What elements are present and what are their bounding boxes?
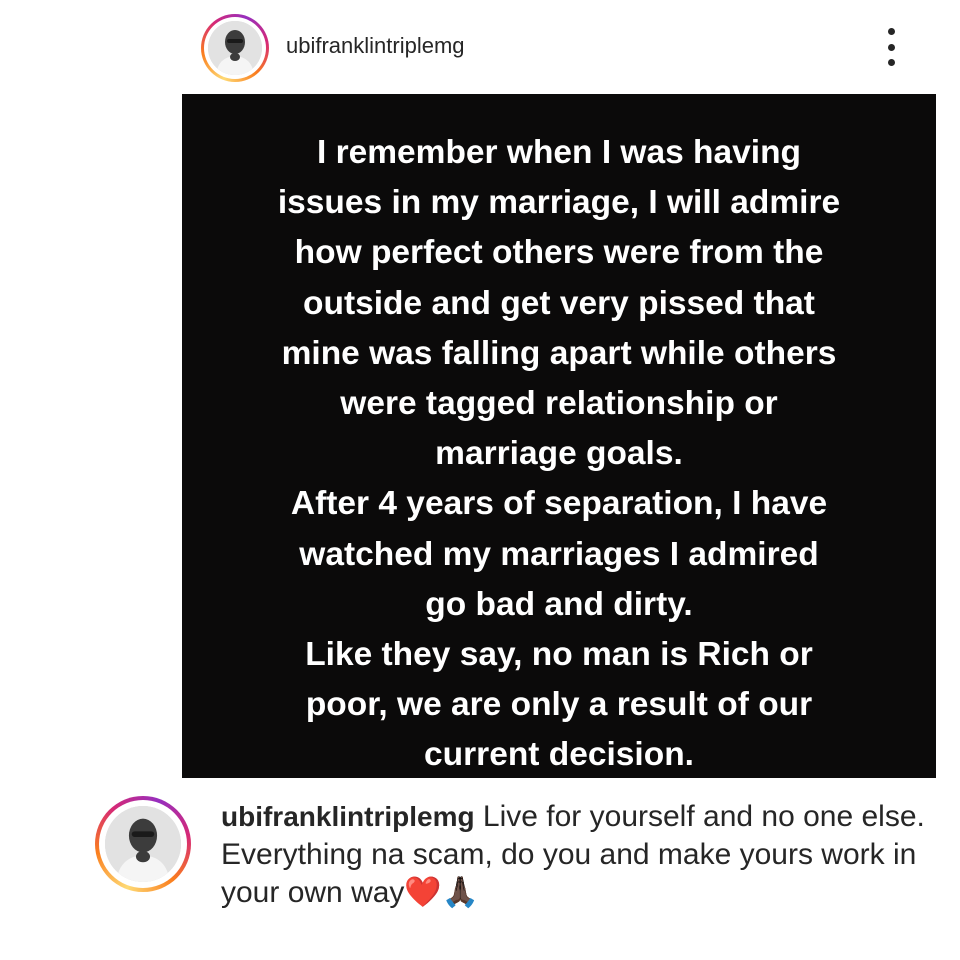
story-text-line: how perfect others were from the xyxy=(294,234,824,272)
post-username[interactable]: ubifranklintriplemg xyxy=(286,33,465,59)
caption-line-1: Live for yourself and no one else. xyxy=(482,800,925,833)
person-photo-icon xyxy=(208,21,262,75)
heart-pray-emoji: ❤️🙏🏿 xyxy=(404,876,480,909)
caption-line-2: Everything na scam, do you and make your… xyxy=(221,838,917,909)
story-text-line: poor, we are only a result of our xyxy=(305,686,813,724)
story-text-line: outside and get very pissed that xyxy=(303,284,815,322)
caption-username[interactable]: ubifranklintriplemg xyxy=(221,801,475,832)
caption-avatar[interactable] xyxy=(95,796,191,892)
avatar-border xyxy=(99,800,187,888)
story-text-line: marriage goals. xyxy=(435,435,683,473)
story-text-line: watched my marriages I admired xyxy=(299,535,819,573)
avatar-border xyxy=(204,17,266,79)
caption-text: ubifranklintriplemg Live for yourself an… xyxy=(221,798,951,912)
story-text-line: issues in my marriage, I will admire xyxy=(277,184,841,222)
caption-section: ubifranklintriplemg Live for yourself an… xyxy=(0,790,960,960)
post-image[interactable]: I remember when I was having issues in my… xyxy=(182,94,936,778)
story-text-line: I remember when I was having xyxy=(316,134,802,171)
story-text-line: Like they say, no man is Rich or xyxy=(305,636,813,674)
post-image-text: I remember when I was having issues in my… xyxy=(182,128,936,781)
avatar-photo xyxy=(105,806,181,882)
person-photo-icon xyxy=(105,806,181,882)
story-text-line: current decision. xyxy=(424,736,694,774)
more-vertical-icon-dot xyxy=(887,43,895,51)
more-vertical-icon-dot xyxy=(887,28,895,35)
story-text-line: After 4 years of separation, I have xyxy=(290,485,828,523)
post-header: ubifranklintriplemg xyxy=(0,0,960,94)
story-text-line: mine was falling apart while others xyxy=(281,334,837,372)
more-vertical-icon-dot xyxy=(887,59,895,66)
story-text-line: go bad and dirty. xyxy=(425,585,693,623)
story-text-line: were tagged relationship or xyxy=(340,385,778,423)
avatar-photo xyxy=(208,21,262,75)
profile-avatar[interactable] xyxy=(201,14,269,82)
more-options-button[interactable] xyxy=(876,28,906,66)
